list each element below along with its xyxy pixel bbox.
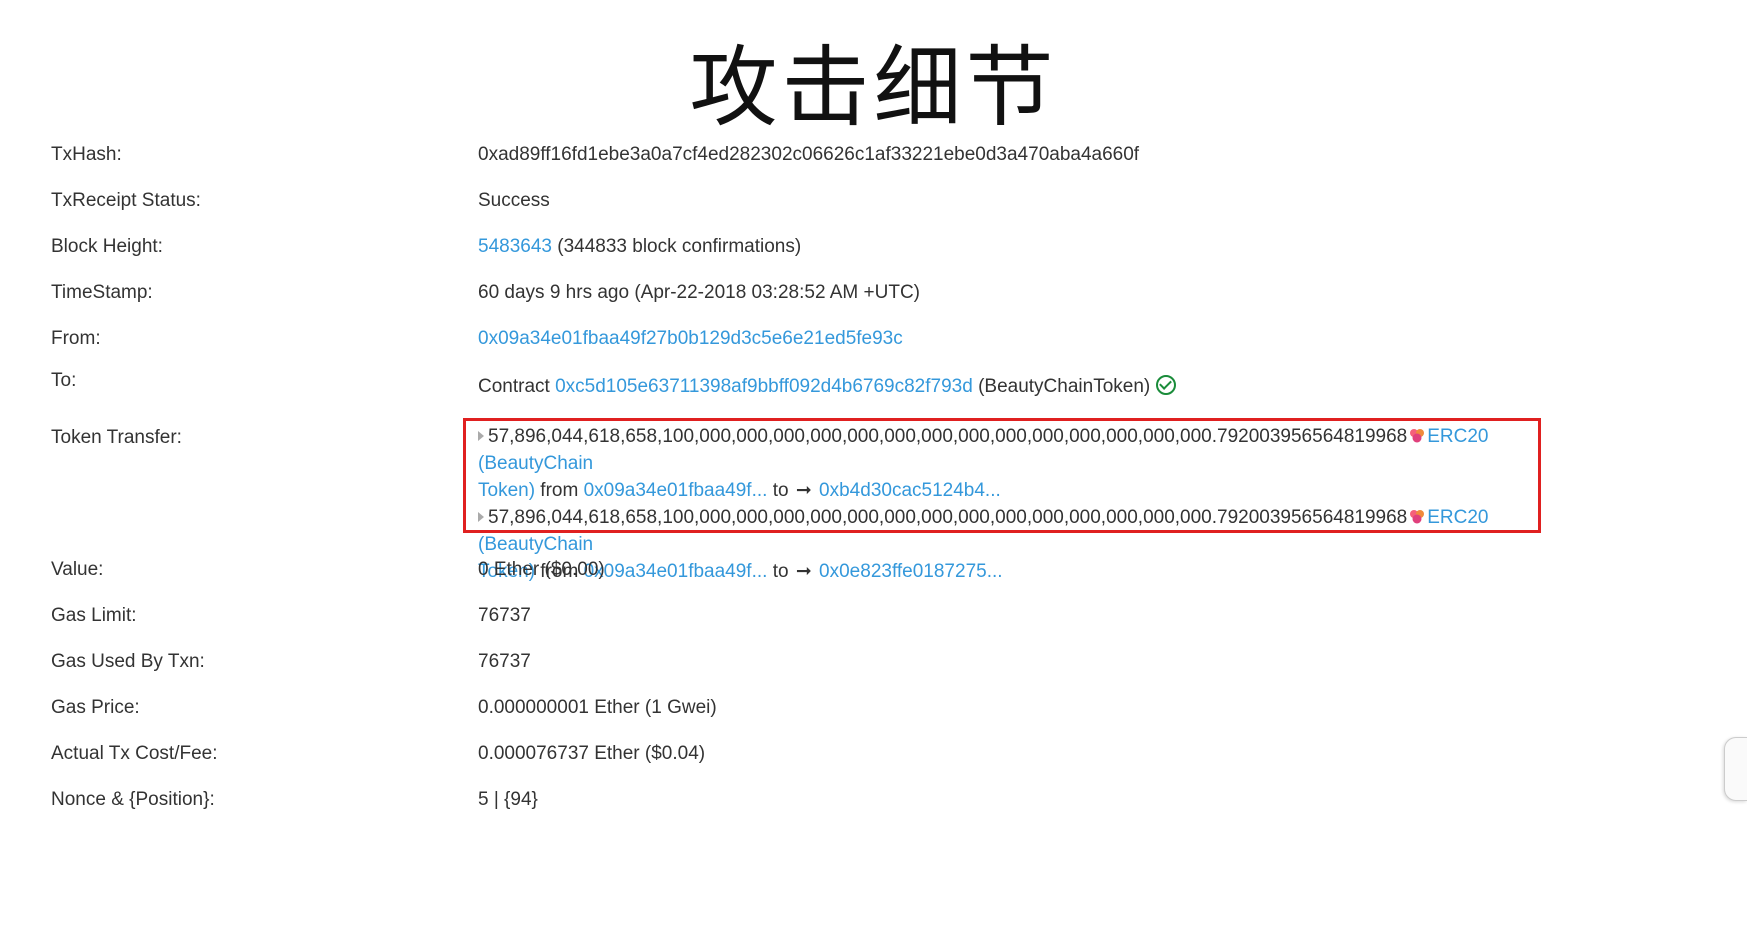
row-block-height: Block Height: 5483643 (344833 block conf… <box>51 232 1671 283</box>
to-contract-link[interactable]: 0xc5d105e63711398af9bbff092d4b6769c82f79… <box>555 376 973 397</box>
transfer-amount: 57,896,044,618,658,100,000,000,000,000,0… <box>488 507 1408 528</box>
token-logo-icon <box>1410 429 1425 443</box>
value-label: Value: <box>51 559 104 580</box>
to-contract-name: (BeautyChainToken) <box>972 376 1151 397</box>
token-transfer-item: 57,896,044,618,658,100,000,000,000,000,0… <box>478 423 1538 477</box>
row-to: To: Contract 0xc5d105e63711398af9bbff092… <box>51 370 1671 421</box>
row-value: Value: 0 Ether ($0.00) <box>51 555 1671 606</box>
txhash-label: TxHash: <box>51 144 122 165</box>
gas-used-value: 76737 <box>478 651 531 672</box>
row-token-transfer: Token Transfer: 57,896,044,618,658,100,0… <box>51 418 1671 582</box>
token-transfer-item: 57,896,044,618,658,100,000,000,000,000,0… <box>478 504 1538 558</box>
triangle-right-icon[interactable] <box>478 431 484 441</box>
block-height-link[interactable]: 5483643 <box>478 236 552 257</box>
row-from: From: 0x09a34e01fbaa49f27b0b129d3c5e6e21… <box>51 324 1671 375</box>
value-value: 0 Ether ($0.00) <box>478 559 605 580</box>
row-timestamp: TimeStamp: 60 days 9 hrs ago (Apr-22-201… <box>51 278 1671 329</box>
gas-price-label: Gas Price: <box>51 697 140 718</box>
transfer-to-link[interactable]: 0xb4d30cac5124b4... <box>819 480 1001 501</box>
txhash-value: 0xad89ff16fd1ebe3a0a7cf4ed282302c06626c1… <box>478 144 1140 165</box>
row-txhash: TxHash: 0xad89ff16fd1ebe3a0a7cf4ed282302… <box>51 140 1671 191</box>
row-gas-limit: Gas Limit: 76737 <box>51 601 1671 652</box>
block-confirmations: (344833 block confirmations) <box>551 236 802 257</box>
token-link-cont[interactable]: Token) <box>478 480 535 501</box>
token-transfer-label: Token Transfer: <box>51 427 182 448</box>
from-address-link[interactable]: 0x09a34e01fbaa49f27b0b129d3c5e6e21ed5fe9… <box>478 328 903 349</box>
token-transfer-item-cont: Token) from 0x09a34e01fbaa49f... to ➞ 0x… <box>478 477 1538 504</box>
tx-fee-value: 0.000076737 Ether ($0.04) <box>478 743 706 764</box>
to-label: To: <box>51 370 77 391</box>
transfer-from-link[interactable]: 0x09a34e01fbaa49f... <box>584 480 768 501</box>
token-logo-icon <box>1410 510 1425 524</box>
row-nonce: Nonce & {Position}: 5 | {94} <box>51 785 1671 836</box>
timestamp-value: 60 days 9 hrs ago (Apr-22-2018 03:28:52 … <box>478 282 920 303</box>
tx-fee-label: Actual Tx Cost/Fee: <box>51 743 218 764</box>
row-status: TxReceipt Status: Success <box>51 186 1671 237</box>
block-height-label: Block Height: <box>51 236 163 257</box>
gas-used-label: Gas Used By Txn: <box>51 651 205 672</box>
check-circle-icon <box>1156 375 1177 395</box>
gas-limit-label: Gas Limit: <box>51 605 137 626</box>
to-text: to <box>767 480 794 501</box>
gas-price-value: 0.000000001 Ether (1 Gwei) <box>478 697 717 718</box>
transfer-amount: 57,896,044,618,658,100,000,000,000,000,0… <box>488 426 1408 447</box>
transaction-details: TxHash: 0xad89ff16fd1ebe3a0a7cf4ed282302… <box>51 144 1671 898</box>
status-label: TxReceipt Status: <box>51 190 201 211</box>
status-value: Success <box>478 190 550 211</box>
gas-limit-value: 76737 <box>478 605 531 626</box>
from-value: 0x09a34e01fbaa49f27b0b129d3c5e6e21ed5fe9… <box>478 324 903 354</box>
nonce-value: 5 | {94} <box>478 789 538 810</box>
timestamp-label: TimeStamp: <box>51 282 153 303</box>
from-label: From: <box>51 328 101 349</box>
to-contract-prefix: Contract <box>478 376 556 397</box>
triangle-right-icon[interactable] <box>478 512 484 522</box>
arrow-right-icon: ➞ <box>795 479 812 501</box>
side-scroll-widget[interactable] <box>1724 737 1747 801</box>
slide-title: 攻击细节 <box>689 36 1058 139</box>
row-gas-price: Gas Price: 0.000000001 Ether (1 Gwei) <box>51 693 1671 744</box>
nonce-label: Nonce & {Position}: <box>51 789 215 810</box>
block-height-value: 5483643 (344833 block confirmations) <box>478 232 801 262</box>
row-gas-used: Gas Used By Txn: 76737 <box>51 647 1671 698</box>
from-text: from <box>535 480 584 501</box>
row-tx-fee: Actual Tx Cost/Fee: 0.000076737 Ether ($… <box>51 739 1671 790</box>
to-value: Contract 0xc5d105e63711398af9bbff092d4b6… <box>478 372 1177 402</box>
